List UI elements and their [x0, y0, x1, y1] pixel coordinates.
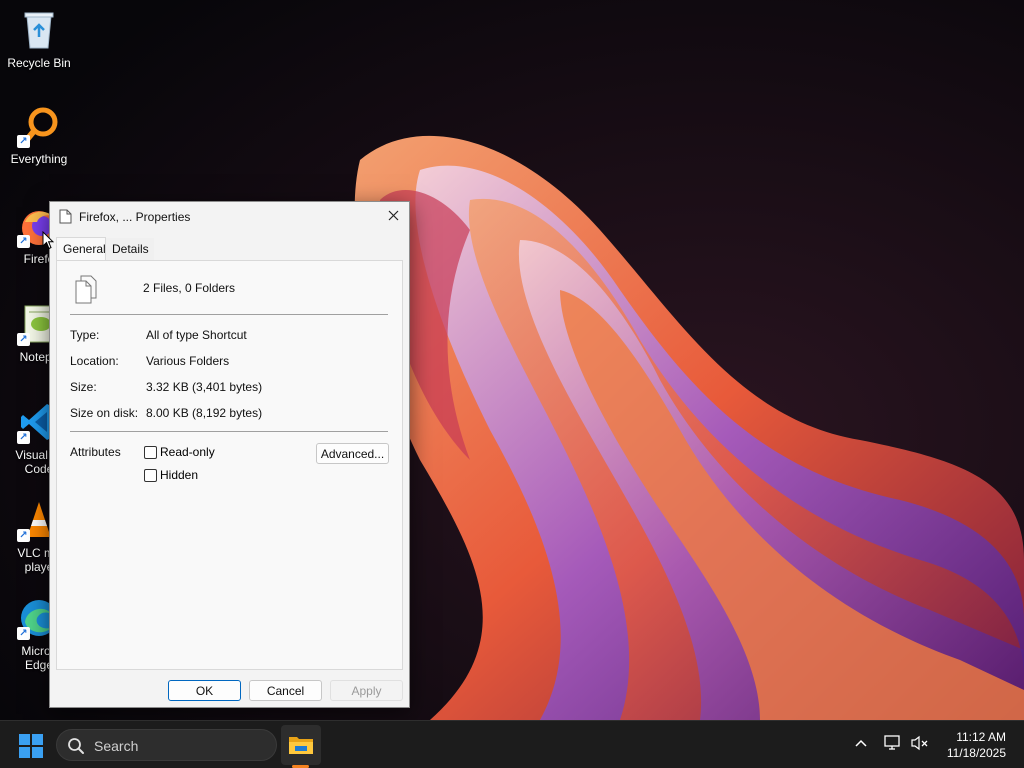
- dialog-titlebar[interactable]: Firefox, ... Properties: [50, 202, 409, 231]
- size-on-disk-value: 8.00 KB (8,192 bytes): [146, 406, 263, 420]
- clock-date: 11/18/2025: [946, 746, 1006, 760]
- hidden-label: Hidden: [160, 468, 199, 482]
- apply-button[interactable]: Apply: [330, 680, 403, 701]
- tab-details[interactable]: Details: [106, 238, 154, 260]
- shortcut-arrow-icon: ↗: [17, 627, 30, 640]
- clock-time: 11:12 AM: [956, 730, 1006, 744]
- summary-text: 2 Files, 0 Folders: [143, 281, 236, 295]
- hidden-checkbox-row[interactable]: Hidden: [144, 468, 198, 482]
- properties-dialog: Firefox, ... Properties General Details …: [49, 201, 410, 708]
- everything-search-icon: ↗: [17, 104, 61, 148]
- ok-button[interactable]: OK: [168, 680, 241, 701]
- shortcut-arrow-icon: ↗: [17, 431, 30, 444]
- mouse-cursor-icon: [42, 230, 55, 253]
- taskbar-search-box[interactable]: Search: [56, 729, 277, 761]
- shortcut-arrow-icon: ↗: [17, 333, 30, 346]
- windows-logo-icon: [18, 734, 44, 762]
- search-icon: [67, 737, 85, 758]
- general-tab-panel: 2 Files, 0 Folders Type: All of type Sho…: [56, 260, 403, 670]
- advanced-button[interactable]: Advanced...: [316, 443, 389, 464]
- separator: [70, 431, 388, 432]
- close-button[interactable]: [377, 202, 409, 231]
- location-label: Location:: [70, 354, 119, 368]
- shortcut-arrow-icon: ↗: [17, 235, 30, 248]
- recycle-bin-icon: [17, 8, 61, 52]
- shortcut-arrow-icon: ↗: [17, 135, 30, 148]
- network-icon[interactable]: [884, 735, 902, 754]
- taskbar-file-explorer-button[interactable]: [281, 725, 321, 765]
- type-value: All of type Shortcut: [146, 328, 247, 342]
- desktop-icon-recycle-bin[interactable]: Recycle Bin: [0, 8, 78, 70]
- cancel-button[interactable]: Cancel: [249, 680, 322, 701]
- readonly-checkbox-row[interactable]: Read-only: [144, 445, 215, 459]
- readonly-checkbox[interactable]: [144, 445, 157, 459]
- multiple-files-icon: [74, 275, 98, 308]
- shortcut-arrow-icon: ↗: [17, 529, 30, 542]
- separator: [70, 314, 388, 315]
- readonly-label: Read-only: [160, 445, 215, 459]
- system-clock[interactable]: 11:12 AM 11/18/2025: [947, 729, 1006, 761]
- taskbar: Search 11:12 AM 11/18/2025: [0, 720, 1024, 768]
- location-value: Various Folders: [146, 354, 230, 368]
- size-value: 3.32 KB (3,401 bytes): [146, 380, 263, 394]
- type-label: Type:: [70, 328, 100, 342]
- size-on-disk-label: Size on disk:: [70, 406, 139, 420]
- start-button[interactable]: [18, 733, 44, 759]
- desktop-icon-everything[interactable]: ↗ Everything: [0, 104, 78, 166]
- close-icon: [388, 210, 399, 224]
- show-hidden-icons-chevron-icon[interactable]: [854, 736, 868, 753]
- document-icon: [59, 209, 72, 227]
- desktop-icon-label: Everything: [10, 152, 68, 166]
- size-label: Size:: [70, 380, 97, 394]
- folder-icon: [288, 734, 314, 759]
- hidden-checkbox[interactable]: [144, 468, 157, 482]
- search-placeholder: Search: [94, 738, 139, 754]
- tab-general[interactable]: General: [56, 237, 106, 261]
- attributes-label: Attributes: [70, 445, 121, 459]
- volume-muted-icon[interactable]: [911, 735, 929, 754]
- dialog-title: Firefox, ... Properties: [79, 210, 191, 224]
- desktop-icon-label: Recycle Bin: [7, 56, 71, 70]
